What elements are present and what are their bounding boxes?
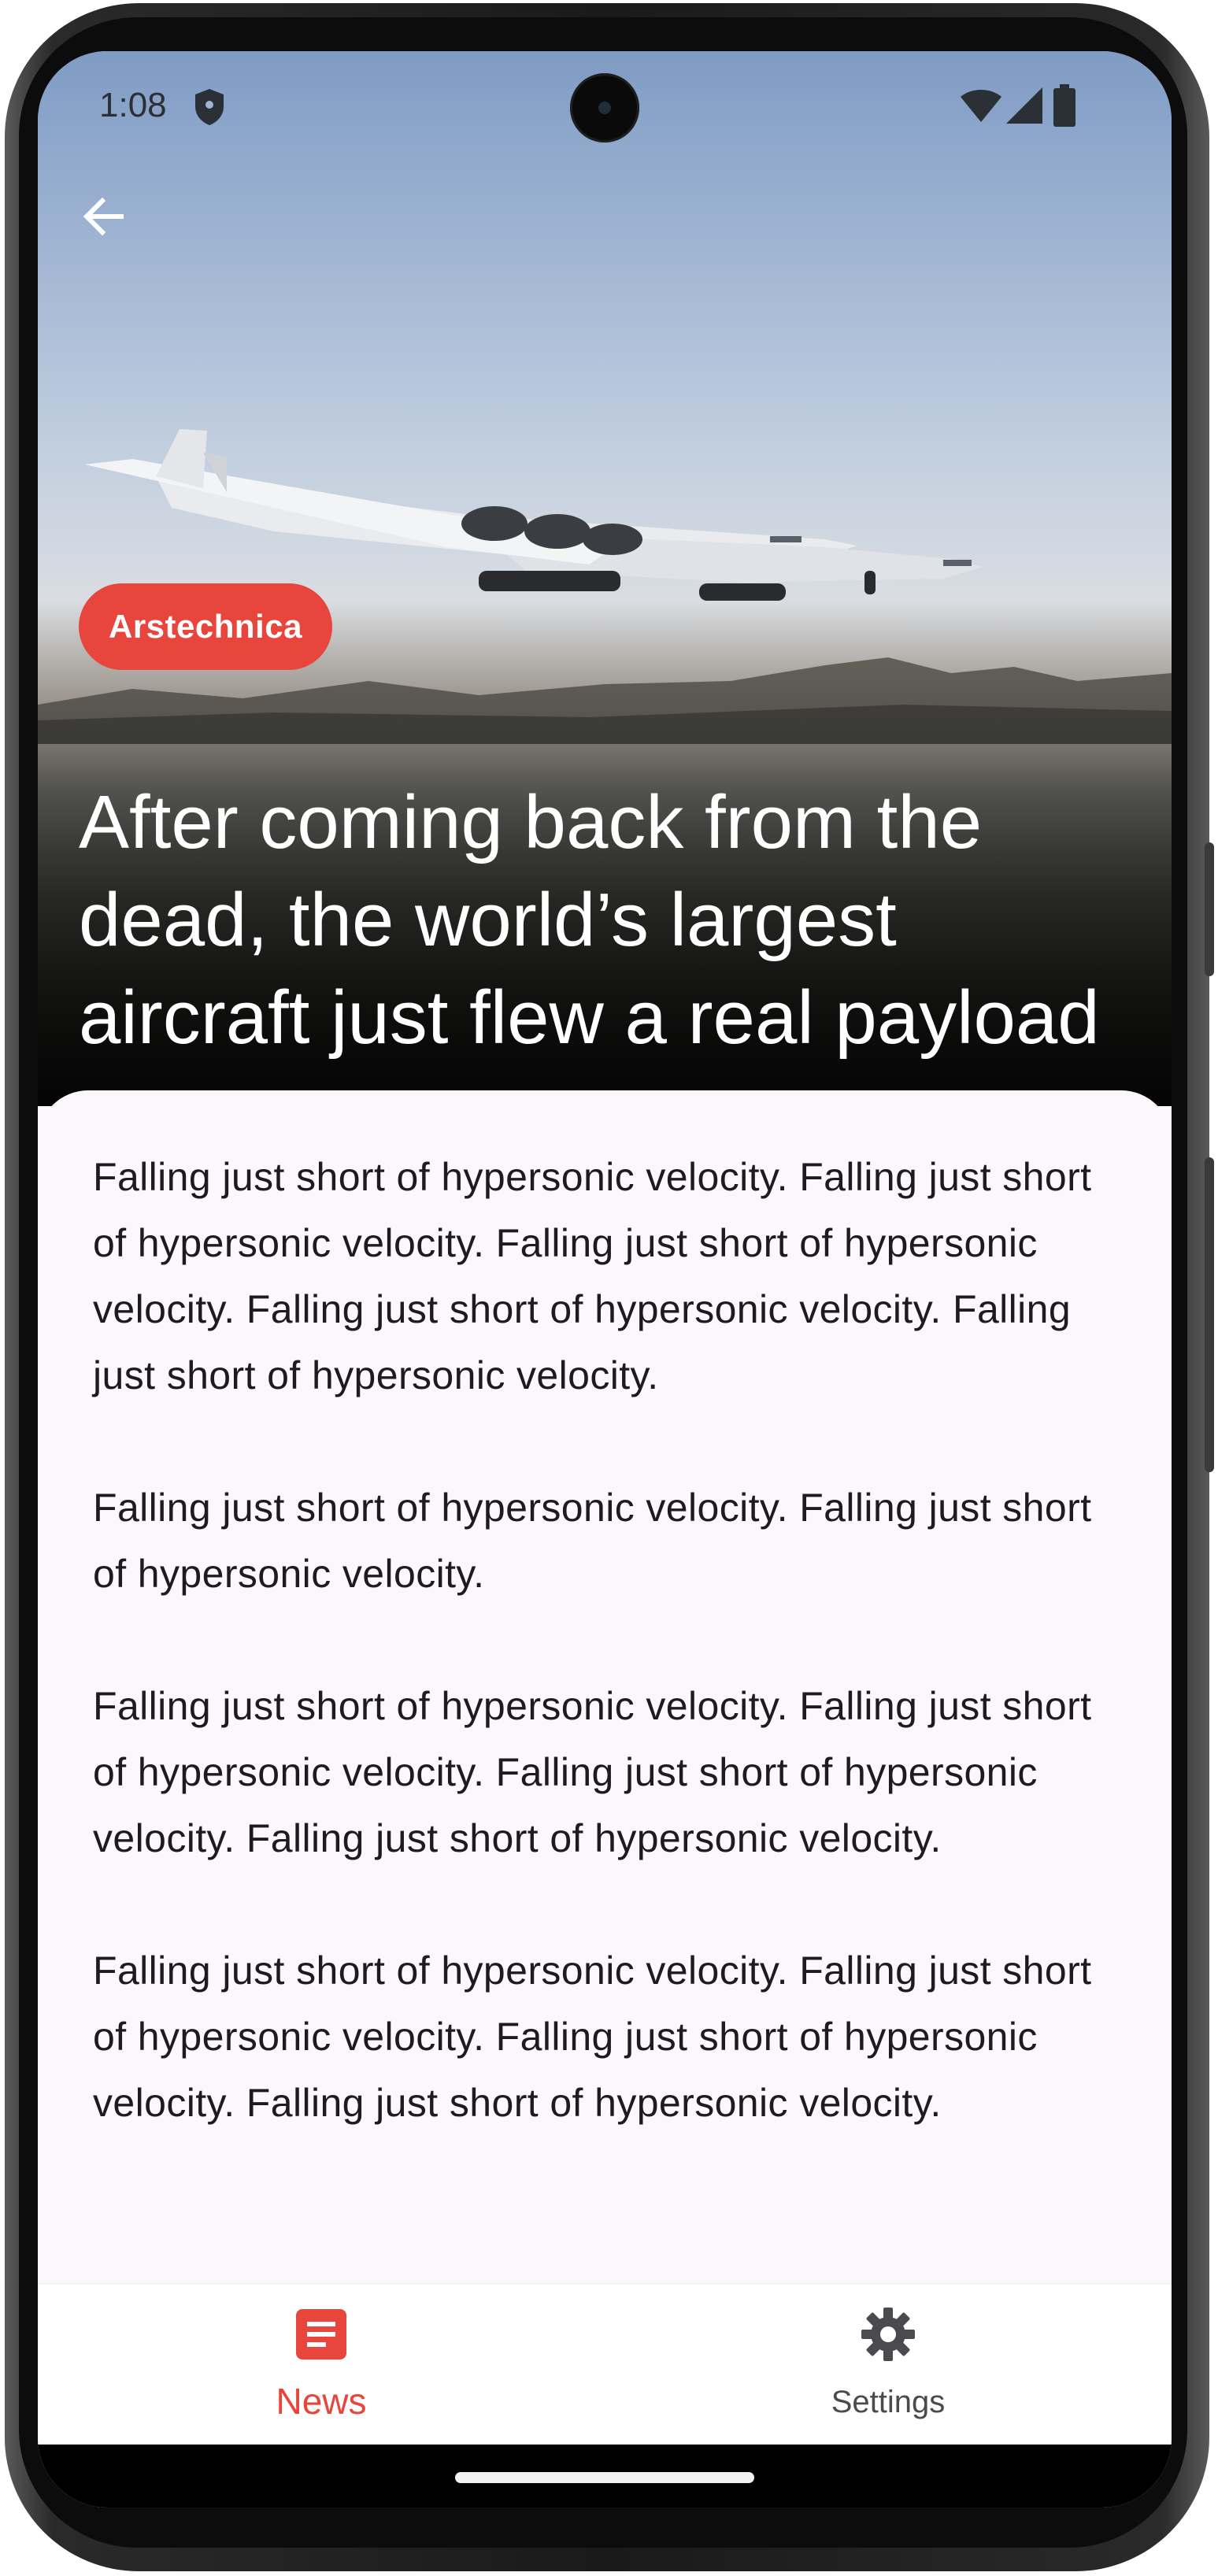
shield-icon [195, 89, 224, 125]
article-icon [296, 2309, 346, 2359]
nav-item-settings[interactable]: Settings [605, 2284, 1172, 2445]
article-paragraph: Falling just short of hypersonic velocit… [93, 1949, 1092, 2125]
home-gesture-handle[interactable] [455, 2472, 754, 2483]
arrow-back-icon[interactable] [77, 190, 131, 243]
article-paragraph: Falling just short of hypersonic velocit… [93, 1155, 1092, 1397]
source-badge[interactable]: Arstechnica [79, 583, 332, 670]
volume-button [1205, 1157, 1214, 1472]
nav-label-settings: Settings [831, 2385, 946, 2419]
battery-icon [1053, 84, 1075, 127]
article-body-card: Falling just short of hypersonic velocit… [38, 1090, 1172, 2287]
article-title: After coming back from the dead, the wor… [79, 780, 1100, 1060]
wifi-icon [961, 90, 1001, 122]
nav-item-news[interactable]: News [38, 2284, 605, 2445]
power-button [1205, 842, 1214, 976]
article-paragraph: Falling just short of hypersonic velocit… [93, 1486, 1092, 1596]
app-screen: 1:08 Arstechnica After coming back from … [38, 51, 1172, 2508]
device-frame: 1:08 Arstechnica After coming back from … [0, 0, 1218, 2576]
bottom-navigation: News Settings [38, 2283, 1172, 2445]
status-time: 1:08 [99, 86, 167, 124]
cellular-signal-icon [1006, 87, 1042, 124]
front-camera [570, 73, 639, 142]
article-paragraph: Falling just short of hypersonic velocit… [93, 1684, 1092, 1860]
nav-label-news: News [276, 2381, 367, 2422]
gear-icon [861, 2308, 915, 2361]
system-navigation-bar [38, 2445, 1172, 2508]
status-bar: 1:08 [38, 51, 1172, 161]
article-body: Falling just short of hypersonic velocit… [93, 1144, 1116, 2202]
